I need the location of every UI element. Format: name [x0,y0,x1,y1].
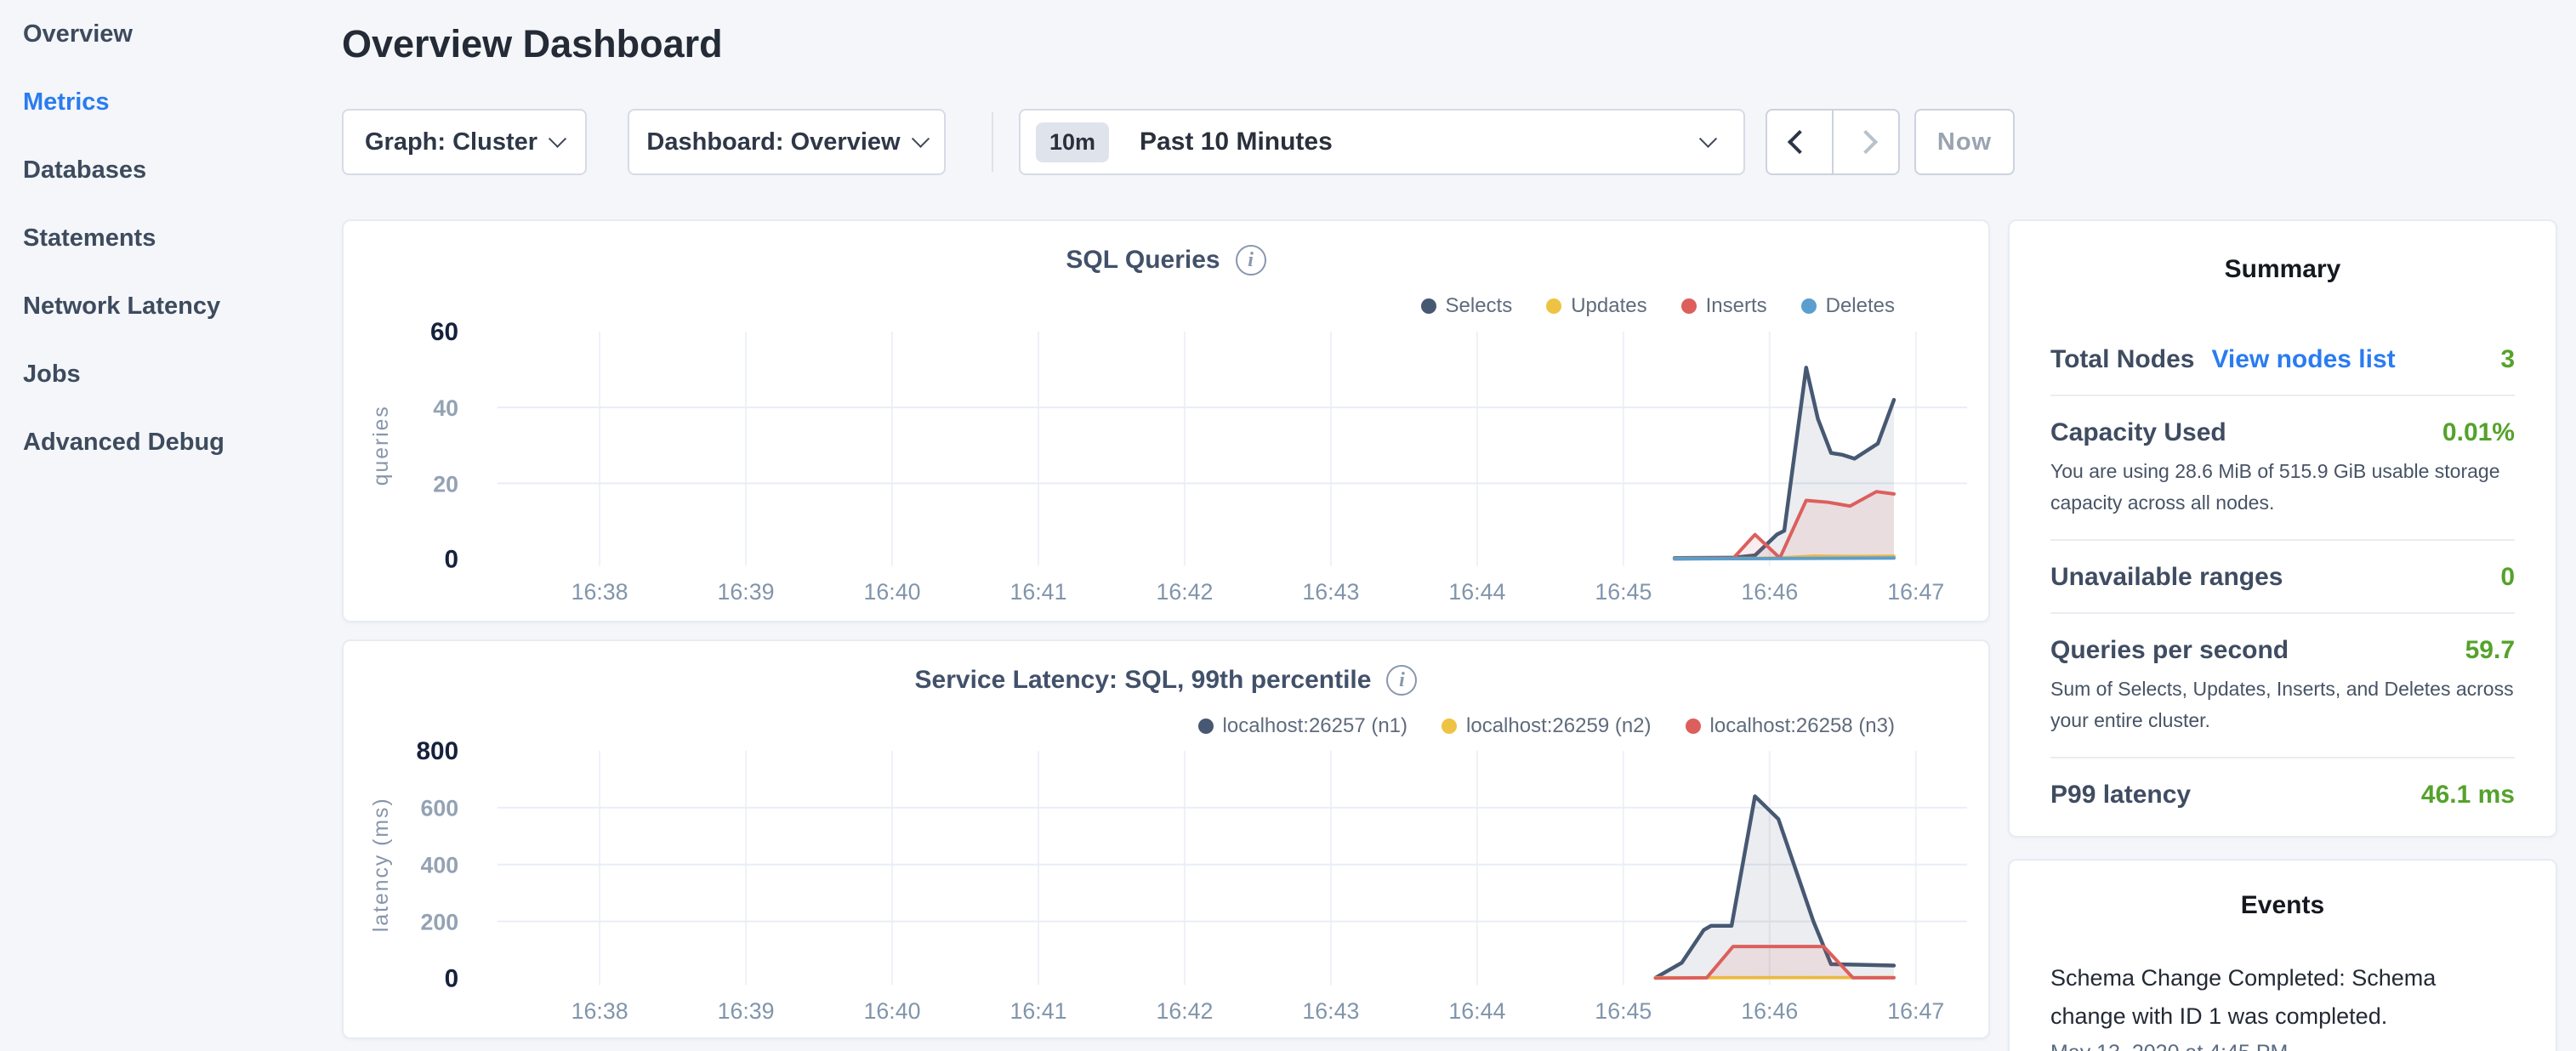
summary-row: P99 latency 46.1 ms [2050,757,2515,830]
view-nodes-list-link[interactable]: View nodes list [2211,345,2395,374]
summary-title: Summary [2050,255,2515,284]
svg-text:16:45: 16:45 [1595,998,1652,1024]
svg-text:0: 0 [445,965,459,993]
summary-row: Queries per second 59.7 Sum of Selects, Up… [2050,612,2515,757]
chevron-left-icon [1788,130,1811,154]
y-axis-title: queries [370,405,393,486]
time-pager [1766,109,1900,175]
sidebar-item-databases[interactable]: Databases [0,136,340,204]
summary-rows: Total Nodes View nodes list 3 Capacity Used… [2050,323,2515,830]
summary-panel: Summary Total Nodes View nodes list 3 Capac… [2008,219,2557,838]
events-list: Schema Change Completed: Schema change w… [2050,959,2515,1051]
svg-text:16:38: 16:38 [571,998,628,1024]
svg-text:16:42: 16:42 [1156,998,1213,1024]
chevron-right-icon [1854,130,1878,154]
summary-value: 0.01% [2442,418,2515,447]
next-time-button[interactable] [1832,111,1898,173]
summary-description: You are using 28.6 MiB of 515.9 GiB usab… [2050,456,2515,519]
sidebar-item-overview[interactable]: Overview [0,0,340,68]
events-title: Events [2050,891,2515,920]
summary-value: 0 [2500,563,2515,592]
svg-text:16:43: 16:43 [1302,579,1359,605]
summary-label: Queries per second [2050,636,2289,665]
summary-label: Total Nodes [2050,345,2194,374]
svg-text:600: 600 [420,796,458,821]
controls-divider [992,112,993,172]
summary-value: 59.7 [2465,636,2515,665]
svg-text:0: 0 [445,546,459,574]
dashboard-dropdown[interactable]: Dashboard: Overview [628,109,946,175]
time-window-badge: 10m [1036,122,1109,162]
now-button[interactable]: Now [1914,109,2015,175]
app-root: OverviewMetricsDatabasesStatementsNetwor… [0,0,2576,1051]
svg-text:16:41: 16:41 [1009,998,1066,1024]
svg-text:16:39: 16:39 [718,998,775,1024]
summary-row: Capacity Used 0.01% You are using 28.6 MiB… [2050,395,2515,539]
svg-text:20: 20 [433,471,458,497]
svg-text:200: 200 [420,910,458,935]
service-latency-panel: Service Latency: SQL, 99th percentile i … [342,639,1990,1039]
sql-queries-chart[interactable]: 16:38 16:39 16:40 16:41 16:42 16:43 16:44 16:45… [344,221,1988,621]
sidebar-item-jobs[interactable]: Jobs [0,340,340,408]
svg-text:16:40: 16:40 [864,998,921,1024]
summary-row: Total Nodes View nodes list 3 [2050,323,2515,395]
sidebar-item-advanced-debug[interactable]: Advanced Debug [0,408,340,476]
svg-text:16:41: 16:41 [1009,579,1066,605]
chevron-down-icon [1699,129,1717,147]
sidebar-item-network-latency[interactable]: Network Latency [0,272,340,340]
sidebar-item-statements[interactable]: Statements [0,204,340,272]
event-item: Schema Change Completed: Schema change w… [2050,959,2515,1051]
svg-text:16:40: 16:40 [864,579,921,605]
svg-text:16:47: 16:47 [1887,998,1944,1024]
graph-dropdown-label: Graph: Cluster [365,128,537,156]
summary-row: Unavailable ranges 0 [2050,539,2515,612]
svg-text:60: 60 [430,318,458,346]
svg-text:16:45: 16:45 [1595,579,1652,605]
svg-text:40: 40 [433,395,458,421]
series-line-Deletes [1675,558,1894,559]
chevron-down-icon [549,129,566,147]
prev-time-button[interactable] [1767,111,1832,173]
event-timestamp: May 13, 2020 at 4:45 PM [2050,1041,2515,1051]
graph-dropdown[interactable]: Graph: Cluster [342,109,587,175]
svg-text:16:44: 16:44 [1448,998,1505,1024]
chevron-down-icon [911,129,929,147]
summary-description: Sum of Selects, Updates, Inserts, and De… [2050,673,2515,736]
summary-label: Capacity Used [2050,418,2226,447]
svg-text:16:46: 16:46 [1741,579,1798,605]
event-text: Schema Change Completed: Schema change w… [2050,959,2448,1036]
svg-text:16:43: 16:43 [1302,998,1359,1024]
svg-text:16:47: 16:47 [1887,579,1944,605]
svg-text:16:38: 16:38 [571,579,628,605]
sidebar: OverviewMetricsDatabasesStatementsNetwor… [0,0,340,1051]
dashboard-dropdown-label: Dashboard: Overview [646,128,900,156]
svg-text:16:39: 16:39 [718,579,775,605]
summary-value: 46.1 ms [2421,781,2515,810]
time-window-selector[interactable]: 10m Past 10 Minutes [1019,109,1745,175]
time-window-label: Past 10 Minutes [1140,128,1702,156]
chart-grid: 16:38 16:39 16:40 16:41 16:42 16:43 16:44 16:45… [417,737,1967,1024]
summary-label: Unavailable ranges [2050,563,2283,592]
svg-text:800: 800 [417,737,459,765]
svg-text:16:44: 16:44 [1448,579,1505,605]
summary-label: P99 latency [2050,781,2191,810]
service-latency-chart[interactable]: 16:38 16:39 16:40 16:41 16:42 16:43 16:44 16:45… [344,641,1988,1037]
page-title: Overview Dashboard [342,22,723,66]
sql-queries-panel: SQL Queries i SelectsUpdatesInsertsDelet… [342,219,1990,622]
summary-value: 3 [2500,345,2515,374]
chart-grid: 16:38 16:39 16:40 16:41 16:42 16:43 16:44 16:45… [430,318,1967,605]
y-axis-title: latency (ms) [370,797,393,932]
svg-text:16:42: 16:42 [1156,579,1213,605]
events-panel: Events Schema Change Completed: Schema c… [2008,859,2557,1051]
svg-text:16:46: 16:46 [1741,998,1798,1024]
sidebar-item-metrics[interactable]: Metrics [0,68,340,136]
svg-text:400: 400 [420,853,458,878]
